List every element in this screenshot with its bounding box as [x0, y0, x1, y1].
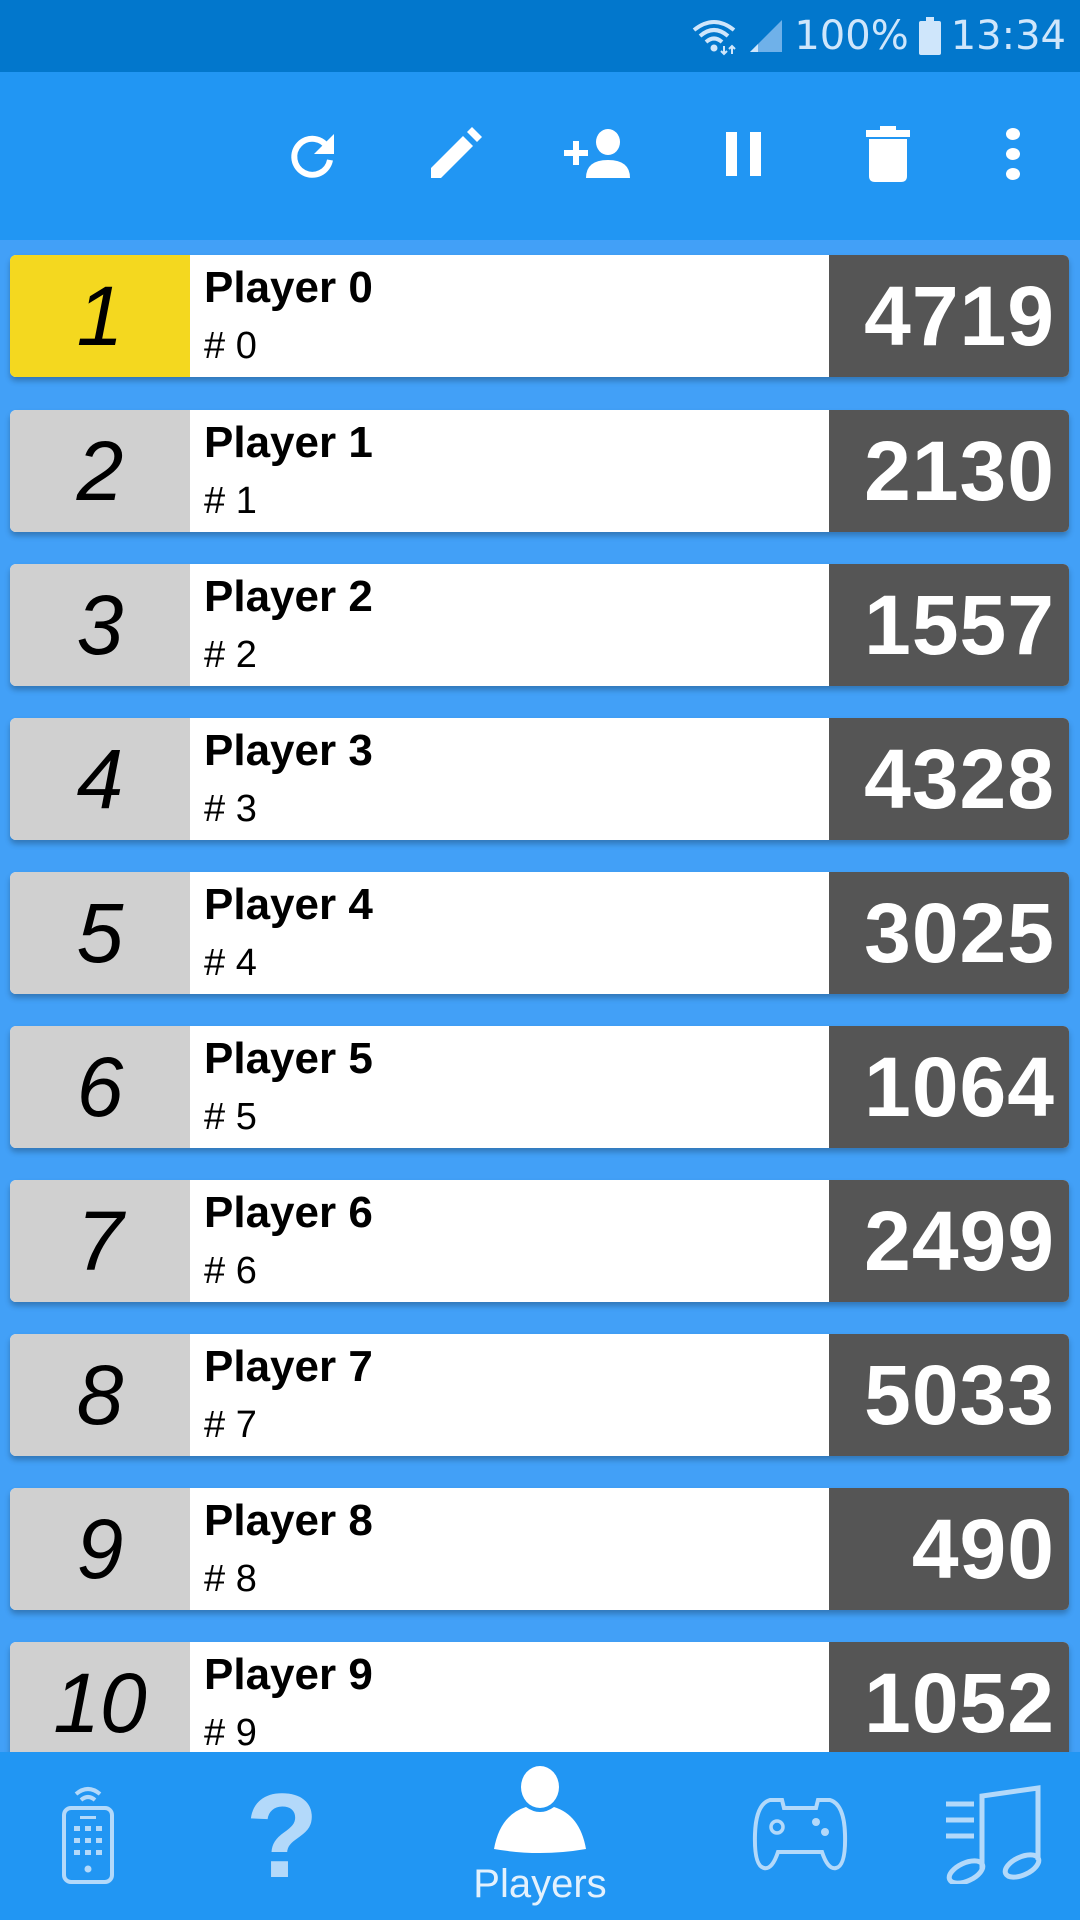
remote-icon	[60, 1784, 116, 1889]
player-name: Player 1	[204, 418, 373, 467]
battery-icon	[918, 17, 941, 55]
player-id: # 6	[204, 1250, 257, 1292]
action-toolbar	[0, 72, 1080, 240]
clock: 13:34	[950, 13, 1066, 59]
player-id: # 1	[204, 480, 257, 522]
player-list[interactable]: 1 Player 0 # 0 4719 2 Player 1 # 1 2130 3 …	[0, 240, 1080, 1752]
player-id: # 9	[204, 1712, 257, 1752]
player-id: # 4	[204, 942, 257, 984]
question-icon: ?	[245, 1769, 319, 1903]
player-score[interactable]: 5033	[829, 1334, 1069, 1456]
player-name: Player 5	[204, 1034, 373, 1083]
player-score[interactable]: 3025	[829, 872, 1069, 994]
signal-icon	[748, 18, 784, 54]
player-name: Player 2	[204, 572, 373, 621]
nav-music[interactable]	[912, 1752, 1072, 1920]
player-row[interactable]: 8 Player 7 # 7 5033	[10, 1334, 1069, 1456]
player-id: # 5	[204, 1096, 257, 1138]
pencil-icon	[425, 124, 485, 189]
more-vert-icon	[1003, 127, 1023, 185]
player-id: # 7	[204, 1404, 257, 1446]
nav-players-label: Players	[473, 1862, 607, 1906]
more-options-button[interactable]	[973, 116, 1053, 196]
status-bar: 100% 13:34	[0, 0, 1080, 72]
gamepad-icon	[750, 1794, 850, 1879]
player-row[interactable]: 2 Player 1 # 1 2130	[10, 410, 1069, 532]
player-id: # 0	[204, 325, 257, 367]
player-name: Player 9	[204, 1650, 373, 1699]
player-name: Player 0	[204, 263, 373, 312]
player-score[interactable]: 4719	[829, 255, 1069, 377]
rank-badge: 10	[10, 1642, 190, 1752]
player-row[interactable]: 3 Player 2 # 2 1557	[10, 564, 1069, 686]
rank-badge: 3	[10, 564, 190, 686]
player-row[interactable]: 6 Player 5 # 5 1064	[10, 1026, 1069, 1148]
rank-badge: 7	[10, 1180, 190, 1302]
rank-badge: 5	[10, 872, 190, 994]
nav-game[interactable]	[720, 1752, 880, 1920]
pause-icon	[722, 130, 766, 183]
nav-players[interactable]: Players	[460, 1752, 620, 1920]
rank-badge: 8	[10, 1334, 190, 1456]
player-id: # 8	[204, 1558, 257, 1600]
music-icon	[942, 1784, 1042, 1889]
nav-help[interactable]: ?	[202, 1752, 362, 1920]
rank-badge: 4	[10, 718, 190, 840]
player-row[interactable]: 9 Player 8 # 8 490	[10, 1488, 1069, 1610]
player-id: # 3	[204, 788, 257, 830]
player-row[interactable]: 10 Player 9 # 9 1052	[10, 1642, 1069, 1752]
player-name: Player 8	[204, 1496, 373, 1545]
refresh-icon	[284, 126, 340, 187]
rank-badge: 1	[10, 255, 190, 377]
bottom-navigation: ? Players	[0, 1752, 1080, 1920]
player-name: Player 4	[204, 880, 373, 929]
add-person-icon	[564, 128, 636, 185]
battery-percent: 100%	[794, 13, 909, 59]
delete-button[interactable]	[848, 116, 928, 196]
trash-icon	[866, 125, 910, 187]
player-id: # 2	[204, 634, 257, 676]
player-score[interactable]: 2499	[829, 1180, 1069, 1302]
player-score[interactable]: 1064	[829, 1026, 1069, 1148]
player-name: Player 7	[204, 1342, 373, 1391]
player-score[interactable]: 1052	[829, 1642, 1069, 1752]
player-row[interactable]: 5 Player 4 # 4 3025	[10, 872, 1069, 994]
person-icon	[490, 1765, 590, 1860]
refresh-button[interactable]	[272, 116, 352, 196]
player-row[interactable]: 1 Player 0 # 0 4719	[10, 255, 1069, 377]
add-player-button[interactable]	[560, 116, 640, 196]
pause-button[interactable]	[704, 116, 784, 196]
player-row[interactable]: 4 Player 3 # 3 4328	[10, 718, 1069, 840]
player-score[interactable]: 490	[829, 1488, 1069, 1610]
rank-badge: 2	[10, 410, 190, 532]
player-score[interactable]: 4328	[829, 718, 1069, 840]
player-name: Player 3	[204, 726, 373, 775]
rank-badge: 6	[10, 1026, 190, 1148]
player-score[interactable]: 1557	[829, 564, 1069, 686]
rank-badge: 9	[10, 1488, 190, 1610]
nav-remote[interactable]	[8, 1752, 168, 1920]
player-score[interactable]: 2130	[829, 410, 1069, 532]
edit-button[interactable]	[415, 116, 495, 196]
wifi-icon	[690, 16, 738, 56]
player-name: Player 6	[204, 1188, 373, 1237]
player-row[interactable]: 7 Player 6 # 6 2499	[10, 1180, 1069, 1302]
